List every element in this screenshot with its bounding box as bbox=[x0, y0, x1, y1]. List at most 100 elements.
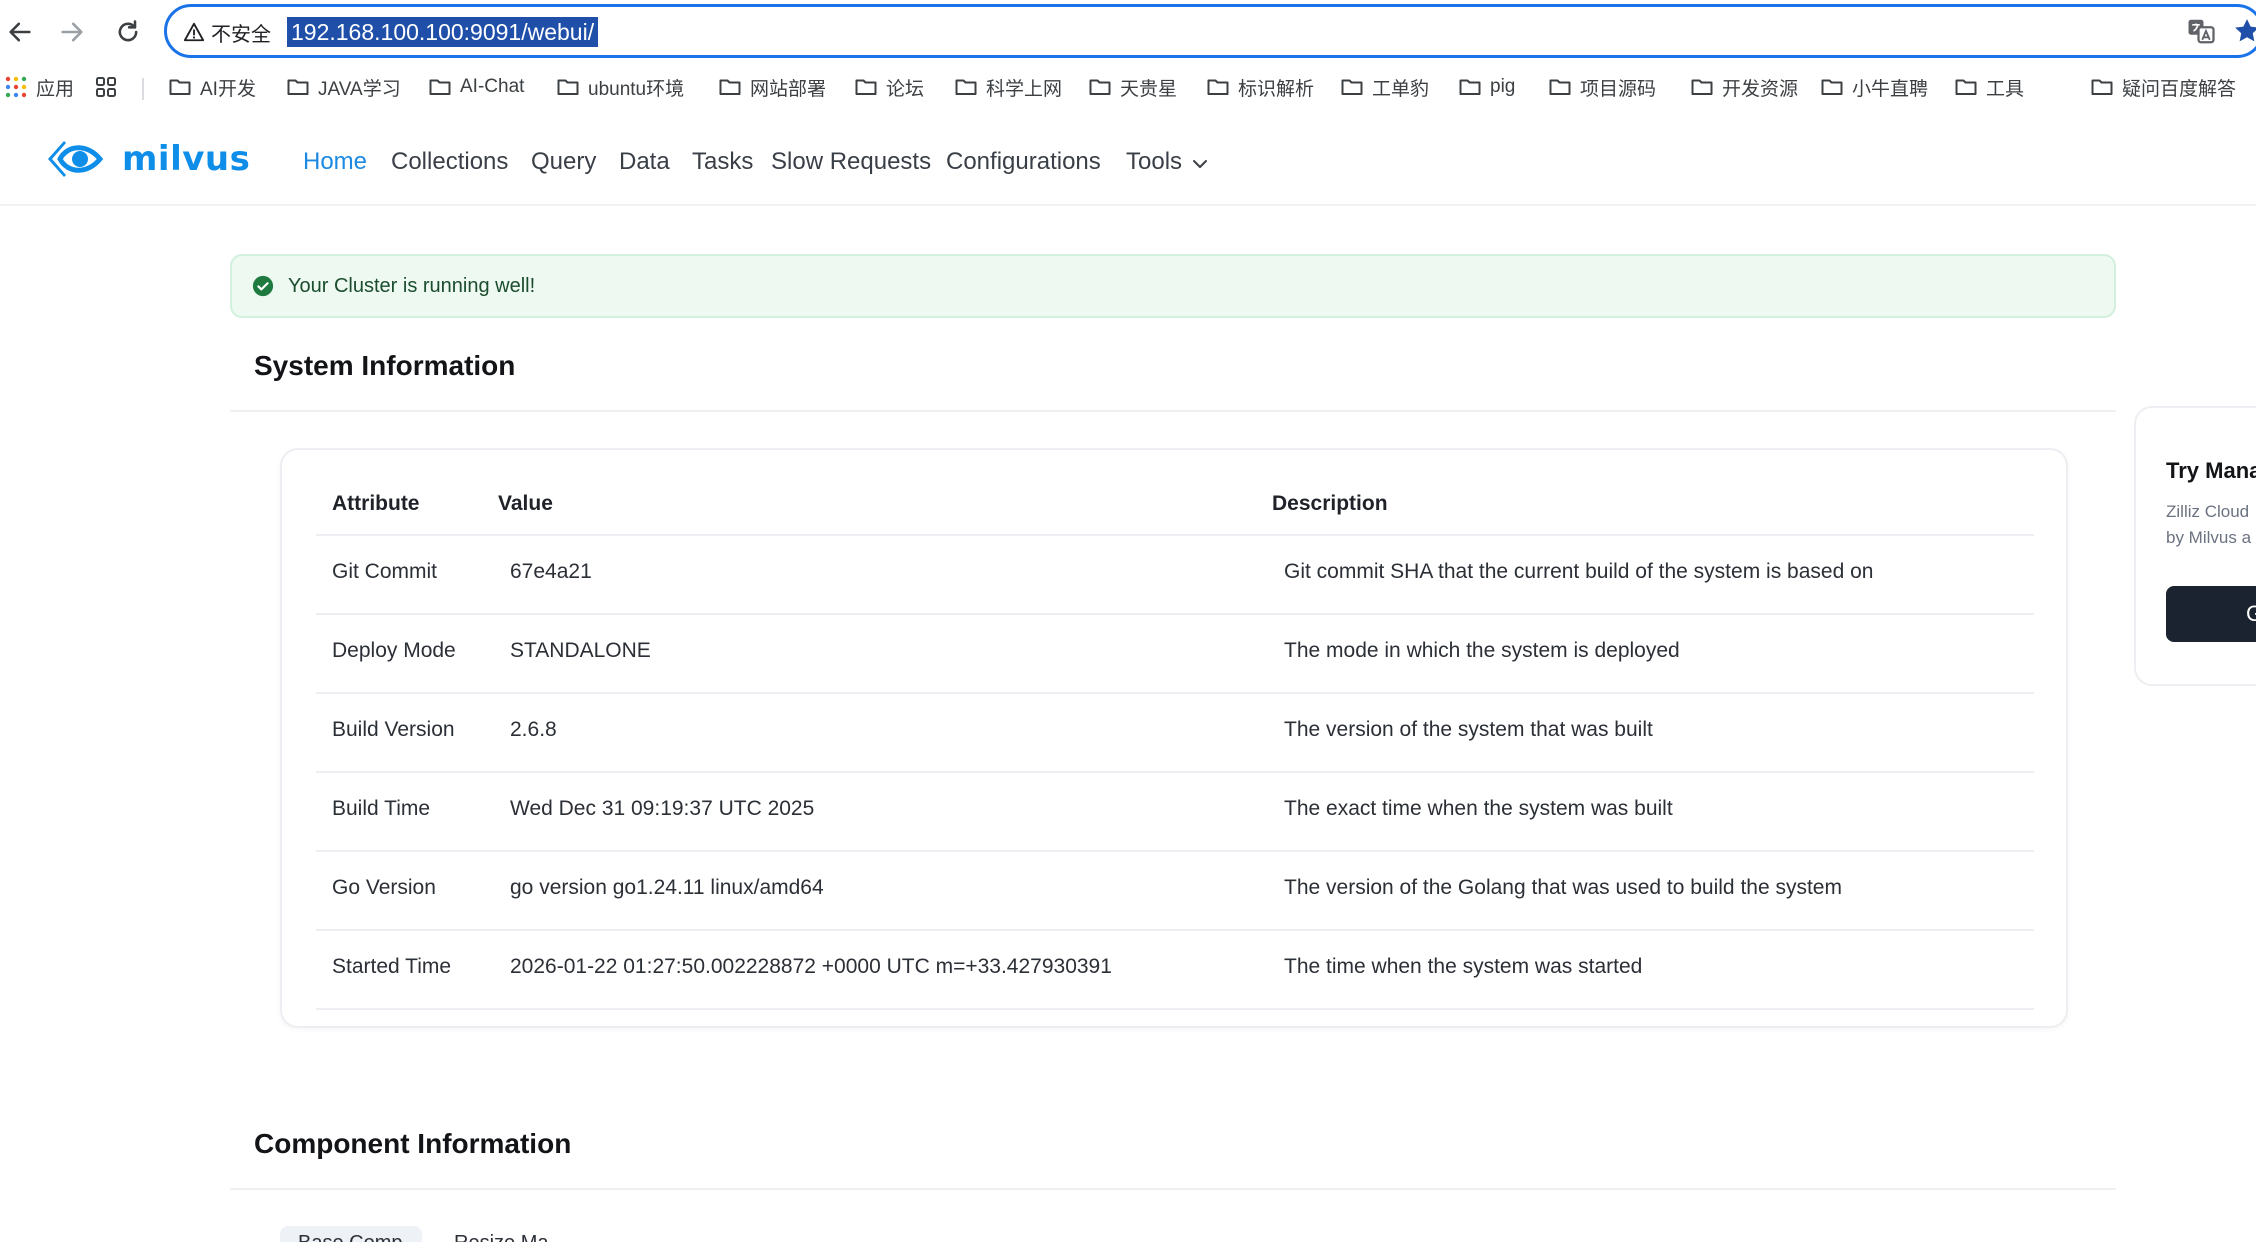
alert-text: Your Cluster is running well! bbox=[288, 274, 536, 297]
bookmark-label: 小牛直聘 bbox=[1852, 78, 1929, 100]
folder-icon bbox=[1207, 79, 1229, 95]
bookmark-label: 标识解析 bbox=[1238, 78, 1315, 100]
bookmarks-divider bbox=[142, 78, 144, 100]
nav-data[interactable]: Data bbox=[619, 148, 670, 176]
zilliz-promo-card: Try Mana Zilliz Cloud by Milvus a G bbox=[2134, 406, 2256, 686]
nav-tasks[interactable]: Tasks bbox=[692, 148, 753, 176]
attribute-cell: Started Time bbox=[332, 955, 452, 978]
bookmark-folder[interactable]: 项目源码 bbox=[1548, 72, 1656, 102]
bookmark-label: 论坛 bbox=[886, 78, 925, 100]
attribute-cell: Deploy Mode bbox=[332, 639, 456, 662]
bookmark-label: AI开发 bbox=[200, 78, 256, 100]
component-information-title: Component Information bbox=[254, 1128, 572, 1159]
folder-icon bbox=[855, 79, 877, 95]
tab-base-components[interactable]: Base Comp bbox=[280, 1226, 422, 1242]
attribute-cell: Build Time bbox=[332, 797, 431, 820]
column-header-description: Description bbox=[1272, 492, 1388, 515]
bookmark-label: 工单豹 bbox=[1372, 78, 1430, 100]
table-row: Build Version 2.6.8 The version of the s… bbox=[316, 694, 2034, 773]
table-header: Attribute Value Description bbox=[316, 472, 2034, 536]
folder-icon bbox=[287, 79, 309, 95]
table-row: Deploy Mode STANDALONE The mode in which… bbox=[316, 615, 2034, 694]
promo-title: Try Mana bbox=[2166, 458, 2256, 483]
description-cell: The mode in which the system is deployed bbox=[1284, 639, 1680, 662]
bookmark-label: 项目源码 bbox=[1580, 78, 1657, 100]
chevron-down-icon[interactable] bbox=[1190, 154, 1210, 174]
bookmark-folder[interactable]: 网站部署 bbox=[718, 72, 826, 102]
description-cell: The exact time when the system was built bbox=[1284, 797, 1673, 820]
value-cell: Wed Dec 31 09:19:37 UTC 2025 bbox=[510, 797, 815, 820]
bookmark-folder[interactable]: 工单豹 bbox=[1340, 72, 1429, 102]
bookmark-label: pig bbox=[1490, 76, 1516, 97]
folder-icon bbox=[429, 79, 451, 95]
value-cell: 67e4a21 bbox=[510, 560, 592, 583]
nav-slow-requests[interactable]: Slow Requests bbox=[771, 148, 931, 176]
nav-collections[interactable]: Collections bbox=[391, 148, 508, 176]
tab-resize-management[interactable]: Resize Ma bbox=[454, 1232, 548, 1242]
folder-icon bbox=[1549, 79, 1571, 95]
warning-icon bbox=[183, 22, 205, 42]
check-circle-icon bbox=[252, 275, 274, 297]
promo-description-line: Zilliz Cloud bbox=[2166, 502, 2250, 521]
app-header: milvus Home Collections Query Data Tasks… bbox=[0, 110, 2256, 206]
folder-icon bbox=[1341, 79, 1363, 95]
description-cell: The time when the system was started bbox=[1284, 955, 1643, 978]
cluster-status-alert: Your Cluster is running well! bbox=[230, 254, 2116, 318]
bookmark-folder[interactable]: pig bbox=[1458, 72, 1515, 102]
bookmark-tab-groups[interactable] bbox=[94, 72, 118, 102]
column-header-attribute: Attribute bbox=[332, 492, 420, 515]
value-cell: 2026-01-22 01:27:50.002228872 +0000 UTC … bbox=[510, 955, 1112, 978]
bookmark-apps[interactable]: 应用 bbox=[4, 72, 74, 102]
bookmark-folder[interactable]: JAVA学习 bbox=[286, 72, 401, 102]
bookmark-folder[interactable]: AI开发 bbox=[168, 72, 256, 102]
attribute-cell: Go Version bbox=[332, 876, 436, 899]
bookmark-folder[interactable]: 开发资源 bbox=[1690, 72, 1798, 102]
site-security-chip[interactable]: 不安全 bbox=[183, 19, 271, 46]
nav-query[interactable]: Query bbox=[531, 148, 596, 176]
browser-toolbar: 不安全 192.168.100.100:9091/webui/ bbox=[0, 0, 2256, 64]
attribute-cell: Build Version bbox=[332, 718, 455, 741]
bookmark-folder[interactable]: 标识解析 bbox=[1206, 72, 1314, 102]
bookmark-folder[interactable]: 工具 bbox=[1954, 72, 2024, 102]
attribute-cell: Git Commit bbox=[332, 560, 437, 583]
forward-button[interactable] bbox=[52, 12, 92, 52]
back-button[interactable] bbox=[0, 12, 40, 52]
value-cell: 2.6.8 bbox=[510, 718, 557, 741]
bookmark-label: 网站部署 bbox=[750, 78, 827, 100]
section-divider bbox=[230, 1188, 2116, 1190]
translate-icon[interactable] bbox=[2186, 16, 2216, 46]
url-text[interactable]: 192.168.100.100:9091/webui/ bbox=[287, 17, 599, 47]
folder-icon bbox=[1459, 79, 1481, 95]
description-cell: The version of the Golang that was used … bbox=[1284, 876, 1842, 899]
system-info-card: Attribute Value Description Git Commit 6… bbox=[280, 448, 2068, 1028]
bookmark-star-icon[interactable] bbox=[2232, 16, 2256, 46]
bookmark-label: JAVA学习 bbox=[318, 78, 401, 100]
tab-label: Base Comp bbox=[298, 1232, 403, 1242]
bookmark-label: AI-Chat bbox=[460, 76, 525, 97]
description-cell: Git commit SHA that the current build of… bbox=[1284, 560, 1874, 583]
bookmark-label: 天贵星 bbox=[1120, 78, 1178, 100]
table-row: Build Time Wed Dec 31 09:19:37 UTC 2025 … bbox=[316, 773, 2034, 852]
nav-configurations[interactable]: Configurations bbox=[946, 148, 1101, 176]
bookmark-folder[interactable]: ubuntu环境 bbox=[556, 72, 684, 102]
bookmark-folder[interactable]: 天贵星 bbox=[1088, 72, 1177, 102]
nav-home[interactable]: Home bbox=[303, 148, 367, 176]
promo-cta-button[interactable]: G bbox=[2166, 586, 2256, 642]
bookmark-folder[interactable]: 疑问百度解答 bbox=[2090, 72, 2236, 102]
reload-button[interactable] bbox=[108, 12, 148, 52]
bookmark-label: 科学上网 bbox=[986, 78, 1063, 100]
bookmark-folder[interactable]: 科学上网 bbox=[954, 72, 1062, 102]
nav-tools[interactable]: Tools bbox=[1126, 148, 1182, 176]
bookmark-folder[interactable]: 小牛直聘 bbox=[1820, 72, 1928, 102]
arrow-right-icon bbox=[61, 22, 83, 42]
bookmark-label: ubuntu环境 bbox=[588, 78, 685, 100]
milvus-eye-logo-icon bbox=[48, 141, 104, 177]
address-bar[interactable]: 不安全 192.168.100.100:9091/webui/ bbox=[164, 4, 2256, 58]
apps-grid-icon bbox=[5, 76, 27, 98]
milvus-logo[interactable]: milvus bbox=[44, 134, 250, 184]
table-row: Go Version go version go1.24.11 linux/am… bbox=[316, 852, 2034, 931]
bookmark-folder[interactable]: 论坛 bbox=[854, 72, 924, 102]
bookmark-label: 应用 bbox=[36, 78, 75, 100]
system-info-table: Attribute Value Description Git Commit 6… bbox=[316, 472, 2034, 1010]
bookmark-folder[interactable]: AI-Chat bbox=[428, 72, 524, 102]
